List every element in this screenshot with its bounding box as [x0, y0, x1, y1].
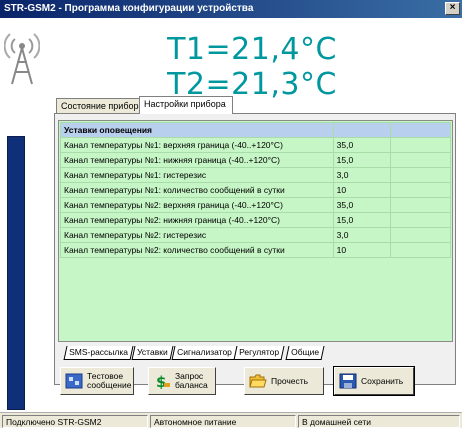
row-name: Канал температуры №2: верхняя граница (-… [60, 197, 334, 213]
tab-general[interactable]: Общие [285, 346, 325, 360]
table-row: Канал температуры №1: количество сообщен… [60, 182, 451, 198]
status-connection: Подключено STR-GSM2 [2, 415, 148, 428]
open-folder-icon [249, 374, 267, 388]
row-name: Канал температуры №1: гистерезис [60, 167, 334, 183]
tab-device-status[interactable]: Состояние прибора [56, 98, 144, 114]
row-name: Канал температуры №1: количество сообщен… [60, 182, 334, 198]
title-bar: STR-GSM2 - Программа конфигурации устрой… [0, 0, 462, 18]
window-title: STR-GSM2 - Программа конфигурации устрой… [4, 3, 254, 14]
table-row: Канал температуры №1: гистерезис 3,0 [60, 167, 451, 183]
row-value[interactable]: 3,0 [332, 227, 392, 243]
row-value[interactable]: 35,0 [332, 137, 392, 153]
balance-request-button[interactable]: $ Запрос баланса [148, 367, 216, 395]
signal-level-bar [7, 136, 25, 410]
row-value[interactable]: 15,0 [332, 212, 392, 228]
close-button[interactable]: × [445, 2, 460, 15]
row-name: Канал температуры №2: нижняя граница (-4… [60, 212, 334, 228]
row-name: Канал температуры №1: нижняя граница (-4… [60, 152, 334, 168]
save-disk-icon [339, 373, 357, 389]
status-bar: Подключено STR-GSM2 Автономное питание В… [0, 412, 462, 428]
tab-alarm[interactable]: Сигнализатор [171, 346, 238, 360]
tab-regulator[interactable]: Регулятор [233, 346, 285, 360]
tab-setpoints[interactable]: Уставки [131, 346, 174, 360]
table-row: Канал температуры №1: нижняя граница (-4… [60, 152, 451, 168]
status-power: Автономное питание [150, 415, 296, 428]
table-row: Канал температуры №2: нижняя граница (-4… [60, 212, 451, 228]
tab-sms[interactable]: SMS-рассылка [63, 346, 134, 360]
grid-header-row: Уставки оповещения [60, 122, 451, 138]
table-row: Канал температуры №2: верхняя граница (-… [60, 197, 451, 213]
grid-header: Уставки оповещения [60, 122, 334, 138]
row-value[interactable]: 10 [332, 182, 392, 198]
save-button[interactable]: Сохранить [333, 366, 415, 396]
settings-grid: Уставки оповещения Канал температуры №1:… [58, 120, 453, 342]
settings-panel: Уставки оповещения Канал температуры №1:… [54, 113, 456, 385]
read-button[interactable]: Прочесть [244, 367, 324, 395]
table-row: Канал температуры №2: количество сообщен… [60, 242, 451, 258]
main-window: T1=21,4°C T2=21,3°C Состояние прибора На… [0, 18, 462, 412]
temperature-display: T1=21,4°C T2=21,3°C [167, 32, 337, 102]
test-message-icon [65, 373, 83, 389]
test-message-button[interactable]: Тестовое сообщение [60, 367, 134, 395]
antenna-icon [4, 33, 40, 85]
row-value[interactable]: 15,0 [332, 152, 392, 168]
row-name: Канал температуры №2: гистерезис [60, 227, 334, 243]
dollar-icon: $ [156, 373, 170, 389]
row-value[interactable]: 35,0 [332, 197, 392, 213]
table-row: Канал температуры №2: гистерезис 3,0 [60, 227, 451, 243]
row-name: Канал температуры №2: количество сообщен… [60, 242, 334, 258]
row-value[interactable]: 3,0 [332, 167, 392, 183]
row-value[interactable]: 10 [332, 242, 392, 258]
status-network: В домашней сети [298, 415, 460, 428]
table-row: Канал температуры №1: верхняя граница (-… [60, 137, 451, 153]
tab-device-settings[interactable]: Настройки прибора [139, 96, 233, 114]
row-name: Канал температуры №1: верхняя граница (-… [60, 137, 334, 153]
